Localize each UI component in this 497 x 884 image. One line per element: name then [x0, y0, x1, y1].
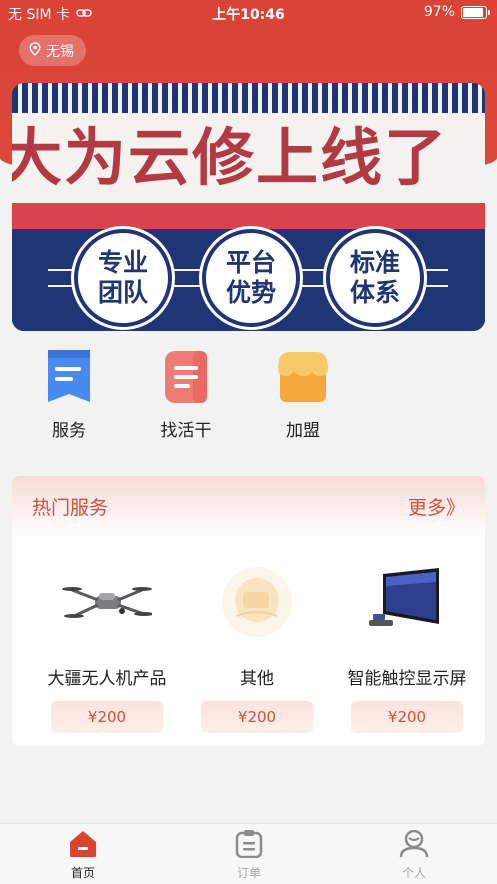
location-city: 无锡 [46, 43, 74, 60]
quick-action-label: 加盟 [286, 421, 320, 441]
clock: 上午10:46 [212, 7, 285, 23]
service-item-drone[interactable]: 大疆无人机产品 ¥200 [32, 556, 182, 733]
tab-orders[interactable]: 订单 [189, 830, 309, 881]
hot-services-title: 热门服务 [32, 496, 109, 519]
tab-label: 首页 [70, 866, 95, 880]
tab-label: 订单 [236, 866, 261, 880]
tab-label: 个人 [401, 866, 426, 880]
quick-action-label: 找活干 [160, 421, 212, 441]
tab-home[interactable]: 首页 [23, 830, 143, 881]
tab-bar: 首页 订单 个人 [0, 823, 497, 884]
other-placeholder-image [182, 556, 332, 646]
service-item-price-button[interactable]: ¥200 [201, 701, 313, 733]
banner-sunburst [12, 203, 485, 229]
store-icon [278, 350, 328, 404]
service-item-display[interactable]: 智能触控显示屏 ¥200 [332, 556, 482, 733]
location-pin-icon [29, 41, 41, 60]
service-item-price-button[interactable]: ¥200 [51, 701, 163, 733]
quick-action-service[interactable]: 服务 [24, 350, 114, 441]
quick-action-find-work[interactable]: 找活干 [141, 350, 231, 441]
location-selector[interactable]: 无锡 [19, 35, 86, 66]
service-icon [46, 350, 92, 404]
banner-badge-team: 专业 团队 [74, 229, 172, 327]
find-work-icon [163, 350, 209, 404]
service-item-name: 大疆无人机产品 [47, 669, 167, 689]
service-item-price-button[interactable]: ¥200 [351, 701, 463, 733]
banner-title: 大为云修上线了 [12, 121, 449, 194]
battery-icon [461, 5, 490, 19]
quick-action-join[interactable]: 加盟 [258, 350, 348, 441]
status-bar: 无 SIM 卡 上午10:46 97% [0, 0, 497, 26]
clipboard-icon [234, 830, 264, 862]
home-icon [68, 831, 98, 862]
person-icon [399, 829, 429, 862]
tab-profile[interactable]: 个人 [354, 829, 474, 881]
service-item-name: 智能触控显示屏 [347, 669, 467, 689]
battery-percent: 97% [423, 4, 455, 20]
drone-image [32, 556, 182, 646]
hot-services-card: 热门服务 更多》 大疆无人机产品 ¥200 其他 ¥200 智能触控显示屏 ¥2… [12, 476, 485, 746]
service-item-name: 其他 [240, 669, 274, 689]
banner-badge-platform: 平台 优势 [202, 229, 300, 327]
banner-badge-standard: 标准 体系 [326, 229, 424, 327]
banner-stripe-decoration [12, 83, 485, 113]
quick-action-label: 服务 [52, 421, 86, 441]
more-link[interactable]: 更多》 [408, 493, 465, 520]
service-item-other[interactable]: 其他 ¥200 [182, 556, 332, 733]
hot-services-header: 热门服务 更多》 [12, 476, 485, 536]
touch-display-image [332, 556, 482, 646]
promo-banner[interactable]: 大为云修上线了 专业 团队 平台 优势 标准 体系 [12, 83, 485, 331]
